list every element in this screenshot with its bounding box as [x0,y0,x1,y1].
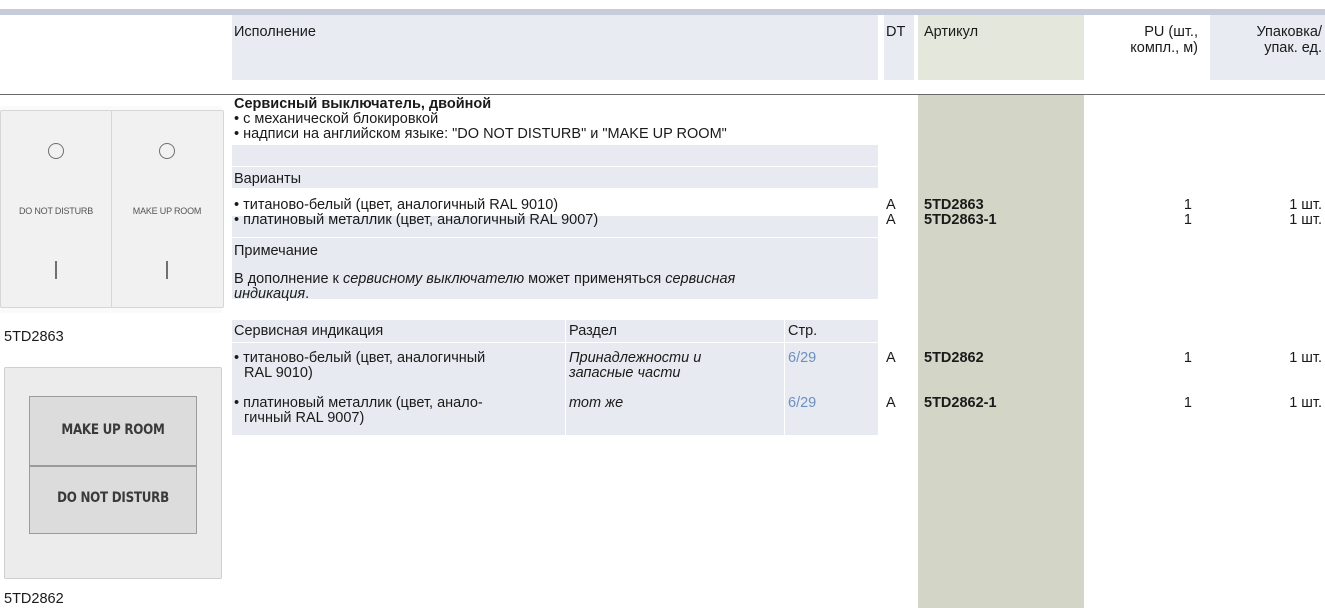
indication-row-2-section-1: тот же [569,395,624,411]
indicator-ring-icon [159,143,175,159]
header-pack-line1: Упаковка/ [1256,24,1322,40]
indication-col-section: Раздел [569,323,617,339]
header-article: Артикул [924,24,979,40]
note-text-line-1: В дополнение к сервисному выключателю мо… [234,272,735,287]
indication-row-2-dt: A [886,395,896,411]
indication-col-name: Сервисная индикация [234,323,384,339]
note-part-2: может применяться [524,271,666,287]
image-caption-1: 5TD2863 [4,329,64,345]
indication-row-1-section-1: Принадлежности и [569,350,702,366]
header-underline [0,94,1325,95]
indication-row-2-line-2: гичный RAL 9007) [244,410,365,426]
indication-row-2-line-1: • платиновый металлик (цвет, анало- [234,395,483,411]
service-indication-image: MAKE UP ROOM DO NOT DISTURB [4,367,222,579]
switch-label-right: MAKE UP ROOM [132,206,202,216]
header-bg-execution [232,15,878,80]
note-part-1: В дополнение к [234,271,343,287]
indication-row-1-article: 5TD2862 [924,350,984,366]
indication-row-1-line-1: • титаново-белый (цвет, аналогичный [234,350,486,366]
note-separator [232,237,878,238]
variant-article-2: 5TD2863-1 [924,212,997,228]
rocker-mark-icon [166,261,168,279]
variant-text-1: • титаново-белый (цвет, аналогичный RAL … [234,197,559,213]
indication-text-bottom: DO NOT DISTURB [57,490,169,506]
variant-text-2: • платиновый металлик (цвет, аналогичный… [234,212,599,228]
variant-article-1: 5TD2863 [924,197,984,213]
switch-rocker-right: MAKE UP ROOM [111,110,224,308]
indication-row-1-page-link[interactable]: 6/29 [788,351,816,366]
note-italic-3: индикация [234,286,306,302]
note-text-line-2: индикация. [234,287,309,302]
variant-dt-1: A [886,197,896,213]
note-italic-2: сервисная [665,271,736,287]
indication-header-divider-2 [784,320,785,342]
indication-field-top: MAKE UP ROOM [29,396,197,466]
variant-pack-2: 1 шт. [1289,212,1322,228]
indication-row-1-dt: A [886,350,896,366]
indication-row-2-article: 5TD2862-1 [924,395,997,411]
product-title: Сервисный выключатель, двойной [234,96,492,112]
product-bullet-2: • надписи на английском языке: "DO NOT D… [234,126,727,142]
note-italic-1: сервисному выключателю [342,271,525,287]
indication-row-1-pu: 1 [1183,350,1192,366]
header-execution: Исполнение [234,24,316,40]
switch-rocker-left: DO NOT DISTURB [0,110,113,308]
product-bullet-1: • с механической блокировкой [234,111,439,127]
header-pu-line2: компл., м) [1130,40,1198,56]
header-pu-line1: PU (шт., [1144,24,1198,40]
indication-separator [232,342,878,343]
indication-header-divider-1 [565,320,566,342]
variant-pu-1: 1 [1183,197,1192,213]
variants-separator [232,166,878,167]
rocker-mark-icon [55,261,57,279]
indication-row-2-pu: 1 [1183,395,1192,411]
variant-pu-2: 1 [1183,212,1192,228]
variant-dt-2: A [886,212,896,228]
indication-row-1-pack: 1 шт. [1289,350,1322,366]
indication-field-bottom: DO NOT DISTURB [29,466,197,534]
indication-row-1-line-2: RAL 9010) [244,365,313,381]
note-label: Примечание [234,243,318,259]
indication-text-top: MAKE UP ROOM [61,422,165,438]
indication-row-2-page-link[interactable]: 6/29 [788,396,816,411]
indication-row-2-pack: 1 шт. [1289,395,1322,411]
header-dt: DT [886,24,906,40]
variants-label: Варианты [234,171,302,187]
header-pack-line2: упак. ед. [1264,40,1322,56]
indicator-ring-icon [48,143,64,159]
switch-label-left: DO NOT DISTURB [18,206,94,216]
note-end: . [305,286,310,302]
image-caption-2: 5TD2862 [4,591,64,607]
variant-pack-1: 1 шт. [1289,197,1322,213]
indication-row-1-section-2: запасные части [569,365,681,381]
indication-col-page: Стр. [788,323,818,339]
double-switch-image: DO NOT DISTURB MAKE UP ROOM [0,106,224,313]
